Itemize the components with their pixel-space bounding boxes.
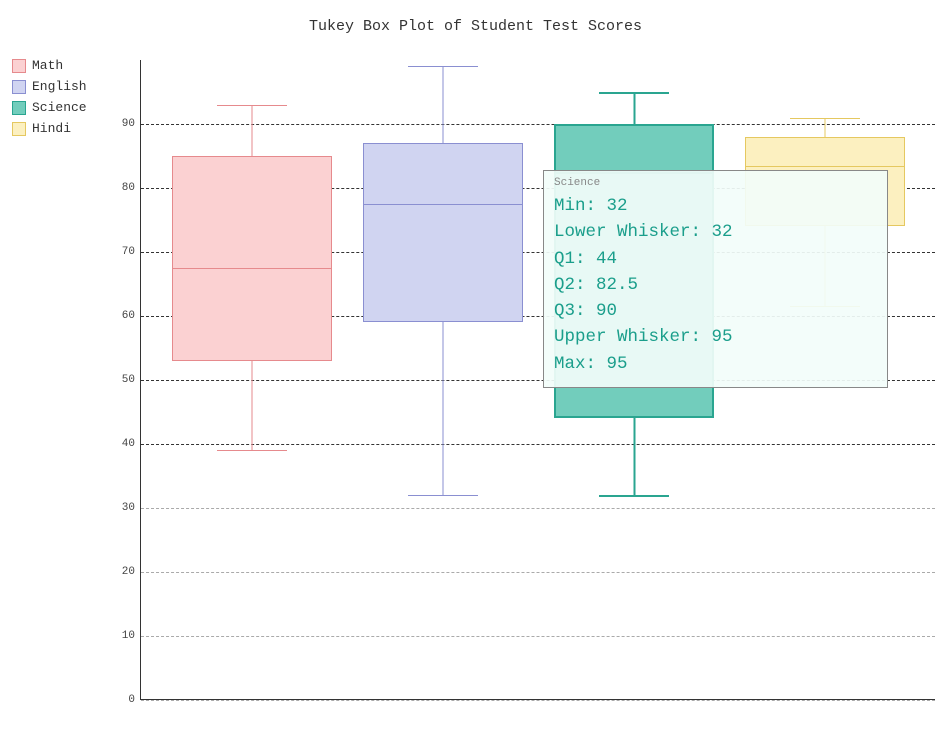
y-tick-label: 60	[122, 310, 135, 322]
y-tick-label: 0	[128, 694, 135, 706]
legend-item-math[interactable]: Math	[12, 58, 87, 73]
legend-item-hindi[interactable]: Hindi	[12, 121, 87, 136]
y-tick-label: 90	[122, 118, 135, 130]
legend: Math English Science Hindi	[12, 58, 87, 136]
y-tick-label: 80	[122, 182, 135, 194]
tooltip-row: Q2: 82.5	[554, 272, 877, 298]
legend-label: English	[32, 79, 87, 94]
legend-item-science[interactable]: Science	[12, 100, 87, 115]
tooltip-row: Q1: 44	[554, 246, 877, 272]
tooltip-row: Max: 95	[554, 351, 877, 377]
legend-label: Science	[32, 100, 87, 115]
chart-title: Tukey Box Plot of Student Test Scores	[0, 18, 951, 35]
y-tick-label: 50	[122, 374, 135, 386]
tooltip-row: Upper Whisker: 95	[554, 324, 877, 350]
legend-label: Hindi	[32, 121, 71, 136]
legend-label: Math	[32, 58, 63, 73]
gridline	[141, 700, 935, 701]
tooltip-row: Q3: 90	[554, 298, 877, 324]
tooltip-row: Min: 32	[554, 193, 877, 219]
y-tick-label: 10	[122, 630, 135, 642]
tooltip-row: Lower Whisker: 32	[554, 219, 877, 245]
y-tick-label: 30	[122, 502, 135, 514]
tooltip-series-name: Science	[554, 177, 877, 189]
tooltip-body: Min: 32Lower Whisker: 32Q1: 44Q2: 82.5Q3…	[554, 193, 877, 377]
legend-swatch-math	[12, 59, 26, 73]
y-tick-label: 70	[122, 246, 135, 258]
tooltip: Science Min: 32Lower Whisker: 32Q1: 44Q2…	[543, 170, 888, 388]
legend-swatch-english	[12, 80, 26, 94]
legend-item-english[interactable]: English	[12, 79, 87, 94]
legend-swatch-hindi	[12, 122, 26, 136]
y-tick-label: 40	[122, 438, 135, 450]
legend-swatch-science	[12, 101, 26, 115]
boxplot-english[interactable]	[363, 60, 523, 699]
y-tick-label: 20	[122, 566, 135, 578]
boxplot-math[interactable]	[172, 60, 332, 699]
